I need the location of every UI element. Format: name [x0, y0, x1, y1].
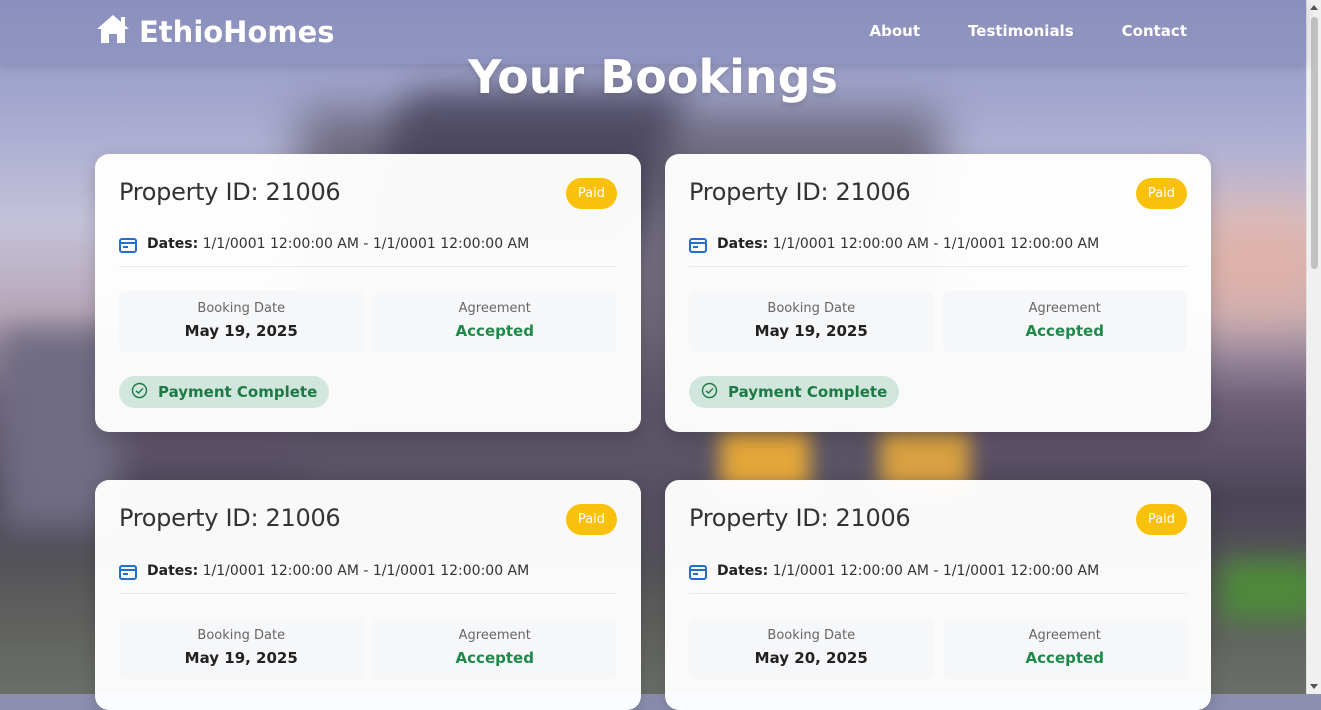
booking-date-value: May 20, 2025: [754, 649, 868, 667]
agreement-box: Agreement Accepted: [942, 291, 1187, 352]
dates-label: Dates:: [147, 236, 199, 252]
calendar-icon: [119, 236, 137, 258]
status-badge: Paid: [1135, 504, 1187, 535]
nav-links: About Testimonials Contact: [870, 22, 1187, 40]
brand-logo[interactable]: EthioHomes: [95, 14, 335, 50]
calendar-icon: [689, 236, 707, 258]
agreement-label: Agreement: [1028, 301, 1101, 316]
booking-date-value: May 19, 2025: [754, 322, 868, 340]
dates-row: Dates: 1/1/0001 12:00:00 AM - 1/1/0001 1…: [119, 563, 617, 594]
booking-date-label: Booking Date: [197, 301, 286, 316]
dates-label: Dates:: [717, 236, 769, 252]
property-id: Property ID: 21006: [689, 178, 911, 206]
info-row: Booking Date May 19, 2025 Agreement Acce…: [119, 291, 617, 352]
scroll-up-arrow-icon[interactable]: [1310, 5, 1318, 10]
agreement-box: Agreement Accepted: [372, 291, 617, 352]
agreement-value: Accepted: [455, 649, 534, 667]
check-circle-icon: [131, 382, 148, 403]
booking-date-label: Booking Date: [767, 301, 856, 316]
agreement-value: Accepted: [1025, 649, 1104, 667]
dates-label: Dates:: [717, 563, 769, 579]
booking-card: Property ID: 21006 Paid Dates: 1/1/0001 …: [95, 480, 641, 710]
booking-card: Property ID: 21006 Paid Dates: 1/1/0001 …: [665, 154, 1211, 432]
dates-row: Dates: 1/1/0001 12:00:00 AM - 1/1/0001 1…: [689, 236, 1187, 267]
agreement-box: Agreement Accepted: [942, 618, 1187, 679]
scroll-down-arrow-icon[interactable]: [1310, 684, 1318, 689]
status-badge: Paid: [565, 178, 617, 209]
dates-label: Dates:: [147, 563, 199, 579]
booking-date-box: Booking Date May 19, 2025: [119, 291, 364, 352]
dates-value: 1/1/0001 12:00:00 AM - 1/1/0001 12:00:00…: [772, 236, 1100, 252]
payment-status-text: Payment Complete: [158, 383, 318, 401]
booking-date-box: Booking Date May 19, 2025: [119, 618, 364, 679]
info-row: Booking Date May 19, 2025 Agreement Acce…: [689, 291, 1187, 352]
property-id: Property ID: 21006: [119, 504, 341, 532]
property-id: Property ID: 21006: [119, 178, 341, 206]
agreement-value: Accepted: [455, 322, 534, 340]
check-circle-icon: [701, 382, 718, 403]
home-icon: [95, 13, 131, 52]
scrollbar-thumb[interactable]: [1311, 17, 1318, 269]
page-title: Your Bookings: [468, 50, 838, 104]
dates-row: Dates: 1/1/0001 12:00:00 AM - 1/1/0001 1…: [689, 563, 1187, 594]
dates-value: 1/1/0001 12:00:00 AM - 1/1/0001 12:00:00…: [202, 236, 530, 252]
payment-status-text: Payment Complete: [728, 383, 888, 401]
booking-date-box: Booking Date May 19, 2025: [689, 291, 934, 352]
nav-contact-link[interactable]: Contact: [1122, 22, 1187, 40]
status-badge: Paid: [565, 504, 617, 535]
info-row: Booking Date May 19, 2025 Agreement Acce…: [119, 618, 617, 679]
property-id: Property ID: 21006: [689, 504, 911, 532]
nav-testimonials-link[interactable]: Testimonials: [968, 22, 1074, 40]
payment-status-pill: Payment Complete: [689, 376, 900, 408]
page-scrollbar[interactable]: [1306, 0, 1321, 694]
agreement-label: Agreement: [1028, 628, 1101, 643]
booking-date-label: Booking Date: [197, 628, 286, 643]
booking-card: Property ID: 21006 Paid Dates: 1/1/0001 …: [665, 480, 1211, 710]
booking-date-label: Booking Date: [767, 628, 856, 643]
dates-row: Dates: 1/1/0001 12:00:00 AM - 1/1/0001 1…: [119, 236, 617, 267]
info-row: Booking Date May 20, 2025 Agreement Acce…: [689, 618, 1187, 679]
dates-value: 1/1/0001 12:00:00 AM - 1/1/0001 12:00:00…: [772, 563, 1100, 579]
status-badge: Paid: [1135, 178, 1187, 209]
agreement-label: Agreement: [458, 628, 531, 643]
calendar-icon: [689, 563, 707, 585]
nav-about-link[interactable]: About: [870, 22, 921, 40]
calendar-icon: [119, 563, 137, 585]
booking-date-box: Booking Date May 20, 2025: [689, 618, 934, 679]
brand-name: EthioHomes: [139, 15, 335, 49]
agreement-box: Agreement Accepted: [372, 618, 617, 679]
booking-card: Property ID: 21006 Paid Dates: 1/1/0001 …: [95, 154, 641, 432]
payment-status-pill: Payment Complete: [119, 376, 330, 408]
agreement-label: Agreement: [458, 301, 531, 316]
agreement-value: Accepted: [1025, 322, 1104, 340]
booking-date-value: May 19, 2025: [184, 649, 298, 667]
booking-date-value: May 19, 2025: [184, 322, 298, 340]
dates-value: 1/1/0001 12:00:00 AM - 1/1/0001 12:00:00…: [202, 563, 530, 579]
